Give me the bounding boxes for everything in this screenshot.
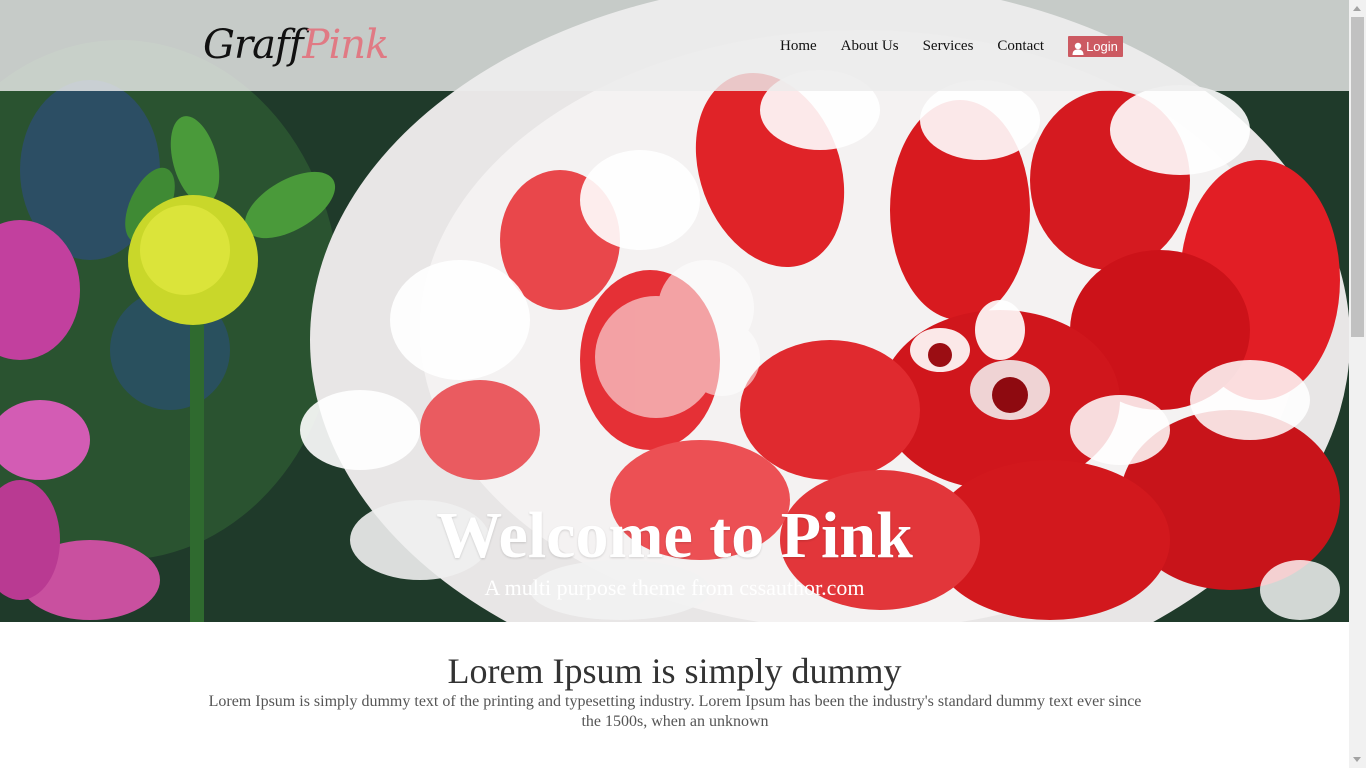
page: Welcome to Pink A multi purpose theme fr…: [0, 0, 1349, 768]
site-header: GraffPink Home About Us Services Contact…: [0, 0, 1349, 91]
login-button[interactable]: Login: [1068, 35, 1123, 57]
login-label: Login: [1086, 38, 1118, 54]
nav-contact[interactable]: Contact: [985, 35, 1056, 57]
hero-subtitle: A multi purpose theme from cssauthor.com: [484, 575, 865, 600]
logo-text-pink: Pink: [302, 22, 390, 68]
hero-title: Welcome to Pink: [436, 499, 913, 572]
logo-text-graff: Graff: [203, 22, 304, 68]
vertical-scrollbar[interactable]: [1349, 0, 1366, 768]
scroll-down-arrow-icon[interactable]: [1353, 757, 1361, 762]
nav-about-us[interactable]: About Us: [829, 35, 911, 57]
intro-section: Lorem Ipsum is simply dummy Lorem Ipsum …: [0, 622, 1349, 768]
site-logo[interactable]: GraffPink: [203, 18, 390, 72]
section-body: Lorem Ipsum is simply dummy text of the …: [208, 693, 1142, 730]
main-nav: Home About Us Services Contact Login: [768, 35, 1123, 57]
hero-banner: Welcome to Pink A multi purpose theme fr…: [0, 0, 1349, 622]
scrollbar-thumb[interactable]: [1351, 17, 1364, 337]
nav-home[interactable]: Home: [768, 35, 829, 57]
section-heading: Lorem Ipsum is simply dummy: [447, 651, 902, 691]
user-icon: [1072, 40, 1084, 55]
nav-services[interactable]: Services: [911, 35, 986, 57]
scroll-up-arrow-icon[interactable]: [1353, 6, 1361, 11]
